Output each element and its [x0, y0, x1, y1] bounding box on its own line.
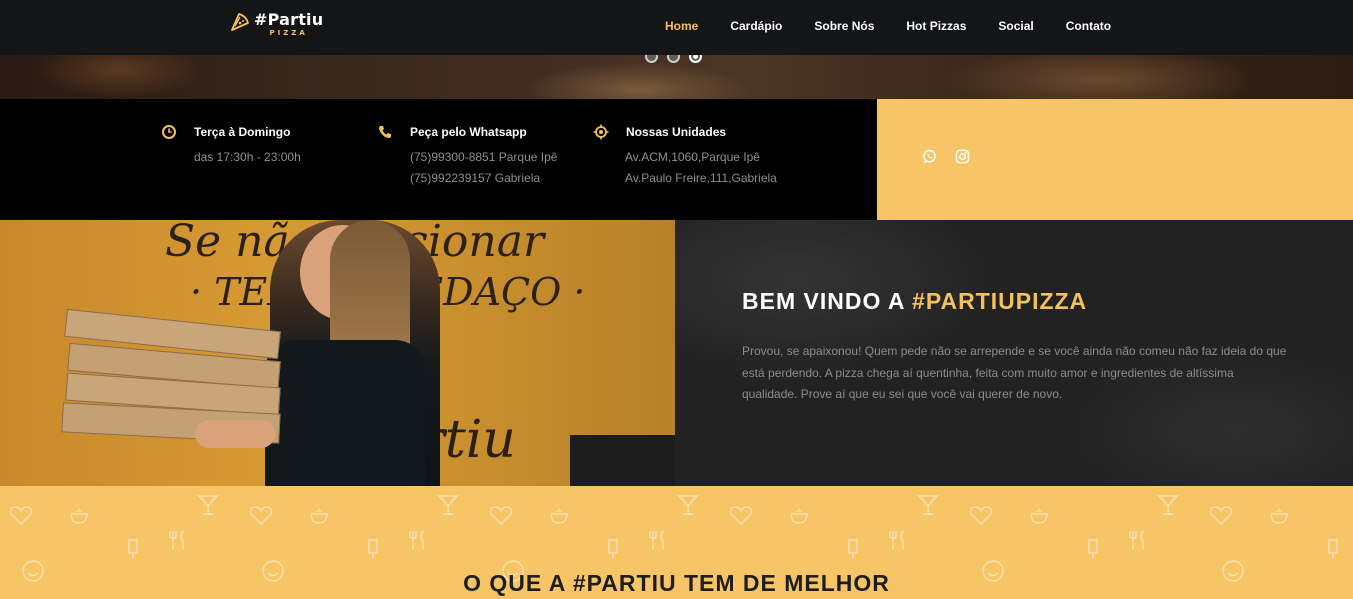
popsicle-icon [1328, 539, 1338, 559]
info-hours: Terça à Domingo das 17:30h - 23:00h [161, 124, 301, 168]
heart-icon [1209, 506, 1233, 526]
fork-knife-icon [889, 530, 904, 550]
popsicle-icon [368, 539, 378, 559]
welcome-photo: Se não funcionar · TENTE · PEDAÇO · rtiu [0, 220, 675, 486]
info-whatsapp-line-2[interactable]: (75)992239157 Gabriela [410, 168, 557, 189]
welcome-title: BEM VINDO A #PARTIUPIZZA [742, 288, 1087, 315]
main-nav: Home Cardápio Sobre Nós Hot Pizzas Socia… [665, 19, 1143, 33]
welcome-title-accent: #PARTIUPIZZA [912, 288, 1088, 314]
nav-item-contato[interactable]: Contato [1066, 19, 1111, 33]
best-section-title: O QUE A #PARTIU TEM DE MELHOR [463, 570, 890, 596]
phone-icon [379, 126, 391, 138]
whatsapp-icon[interactable] [922, 149, 937, 164]
nav-item-cardapio[interactable]: Cardápio [730, 19, 782, 33]
location-icon [593, 124, 609, 140]
cocktail-icon [917, 495, 939, 515]
info-hours-title: Terça à Domingo [194, 125, 291, 139]
info-whatsapp-title: Peça pelo Whatsapp [410, 125, 527, 139]
teapot-icon [550, 508, 568, 524]
teapot-icon [310, 508, 328, 524]
cocktail-icon [1157, 495, 1179, 515]
cocktail-icon [437, 495, 459, 515]
heart-icon [969, 506, 993, 526]
popsicle-icon [848, 539, 858, 559]
heart-icon [9, 506, 33, 526]
info-hours-line: das 17:30h - 23:00h [194, 150, 301, 164]
teapot-icon [1030, 508, 1048, 524]
info-units-line-1: Av.ACM,1060,Parque Ipê [625, 150, 760, 164]
popsicle-icon [128, 539, 138, 559]
info-whatsapp: Peça pelo Whatsapp (75)99300-8851 Parque… [377, 124, 557, 189]
info-units: Nossas Unidades Av.ACM,1060,Parque Ipê A… [593, 124, 777, 189]
teapot-icon [70, 508, 88, 524]
teapot-icon [1270, 508, 1288, 524]
nav-item-hot-pizzas[interactable]: Hot Pizzas [906, 19, 966, 33]
brand-subtitle: PIZZA [269, 29, 308, 37]
social-panel [877, 99, 1353, 220]
popsicle-icon [1088, 539, 1098, 559]
info-bar: Terça à Domingo das 17:30h - 23:00h Peça… [0, 99, 877, 220]
instagram-icon[interactable] [955, 149, 970, 164]
welcome-text: Provou, se apaixonou! Quem pede não se a… [742, 344, 1287, 401]
welcome-title-prefix: BEM VINDO A [742, 288, 913, 314]
nav-item-home[interactable]: Home [665, 19, 698, 33]
info-whatsapp-line-1[interactable]: (75)99300-8851 Parque Ipê [410, 147, 557, 168]
heart-icon [729, 506, 753, 526]
nav-item-sobre-nos[interactable]: Sobre Nós [814, 19, 874, 33]
brand-text: #Partiu PIZZA [254, 11, 323, 38]
fork-knife-icon [169, 530, 184, 550]
cocktail-icon [197, 495, 219, 515]
teapot-icon [790, 508, 808, 524]
fork-knife-icon [1129, 530, 1144, 550]
nav-item-social[interactable]: Social [998, 19, 1033, 33]
brand-logo[interactable]: #Partiu PIZZA [230, 11, 323, 38]
cocktail-icon [677, 495, 699, 515]
pizza-slice-icon [231, 13, 249, 31]
clock-icon [162, 125, 176, 139]
info-units-title: Nossas Unidades [626, 125, 727, 139]
popsicle-icon [608, 539, 618, 559]
info-units-line-2: Av.Paulo Freire,111,Gabriela [625, 171, 777, 185]
heart-icon [489, 506, 513, 526]
navbar: #Partiu PIZZA Home Cardápio Sobre Nós Ho… [0, 0, 1353, 55]
brand-title: #Partiu [254, 10, 324, 29]
fork-knife-icon [649, 530, 664, 550]
fork-knife-icon [409, 530, 424, 550]
heart-icon [249, 506, 273, 526]
